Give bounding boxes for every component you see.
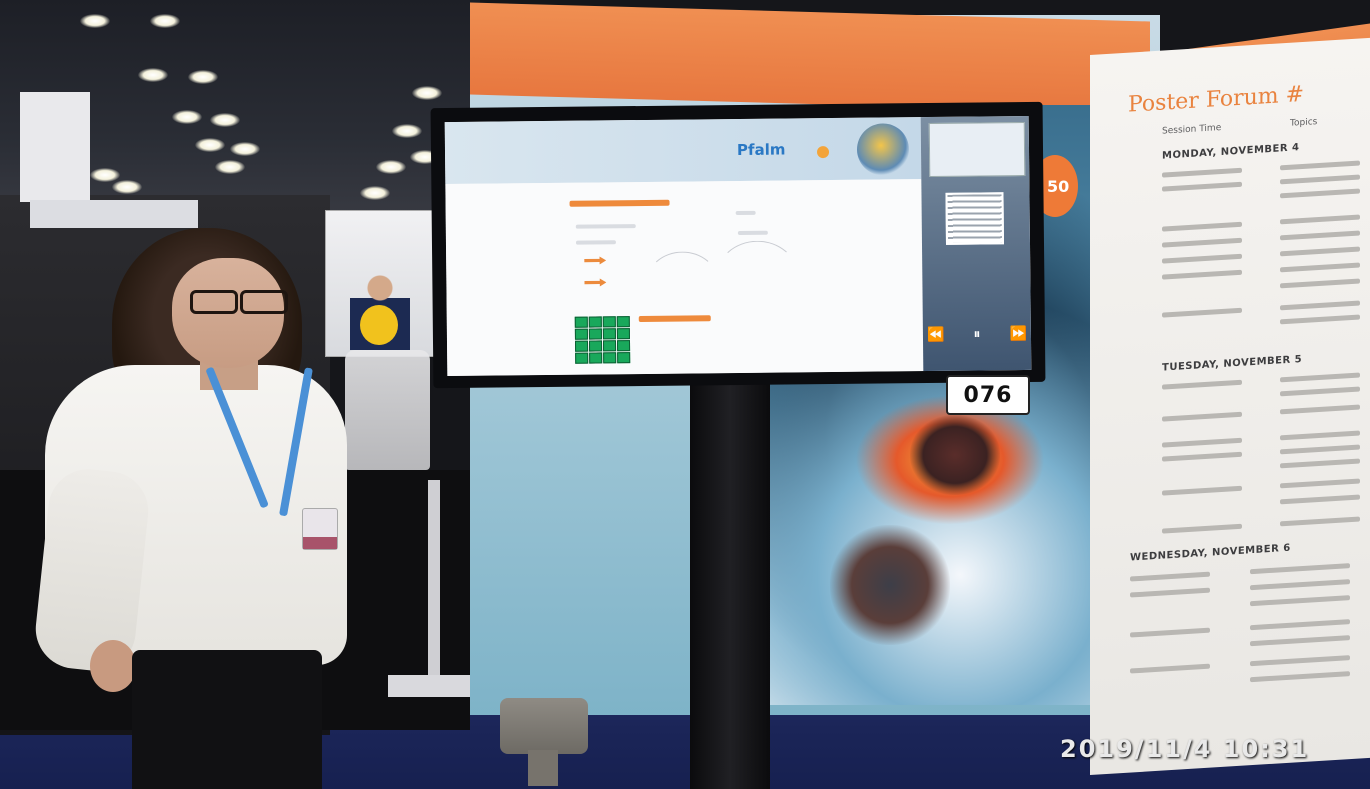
rewind-icon[interactable]: ⏪ — [927, 327, 945, 343]
ceiling-light-icon — [112, 180, 142, 194]
name-badge — [302, 508, 338, 550]
booth-number: 076 — [963, 382, 1013, 408]
ceiling-light-icon — [412, 86, 442, 100]
slide-content — [445, 179, 924, 377]
ceiling-light-icon — [150, 14, 180, 28]
qr-code — [945, 192, 1005, 245]
ceiling-light-icon — [215, 160, 245, 174]
forum-title: Poster Forum # — [1128, 81, 1305, 118]
globe-graphic — [856, 123, 910, 176]
fast-forward-icon[interactable]: ⏩ — [1009, 326, 1027, 342]
ceiling-light-icon — [195, 138, 225, 152]
pause-icon[interactable]: ⏸ — [973, 326, 980, 342]
screen-logo: Pfalm — [736, 140, 786, 160]
column-header-time: Session Time — [1162, 122, 1222, 137]
orange-dot-icon — [816, 146, 830, 159]
ceiling-light-icon — [376, 160, 406, 174]
monitor-stand — [690, 378, 770, 789]
yellow-object — [360, 305, 398, 345]
person-pants — [132, 650, 322, 789]
ceiling-light-icon — [188, 70, 218, 84]
slide-heading — [569, 199, 670, 207]
slide-subheading — [638, 315, 711, 323]
day-heading: WEDNESDAY, NOVEMBER 6 — [1130, 542, 1291, 564]
booth-number-sign: 076 — [946, 375, 1030, 415]
booth-photo: 50 Poster Forum # Session Time Topics MO… — [0, 0, 1370, 789]
display-monitor: Pfalm ⏪ ⏸ ⏩ — [430, 101, 1046, 389]
speaker-stand — [528, 750, 558, 786]
ceiling-light-icon — [138, 68, 168, 82]
floor-speaker — [500, 698, 588, 754]
screen-sidebar: ⏪ ⏸ ⏩ — [920, 115, 1032, 372]
day-heading: MONDAY, NOVEMBER 4 — [1162, 142, 1300, 162]
photo-timestamp: 2019/11/4 10:31 — [1060, 735, 1310, 763]
arrow-icon — [584, 256, 606, 264]
plot-curve — [715, 240, 799, 314]
sign-stand — [388, 480, 478, 720]
hanging-banner — [30, 200, 198, 228]
ceiling-light-icon — [360, 186, 390, 200]
ceiling-light-icon — [210, 113, 240, 127]
screen-banner: Pfalm — [444, 117, 922, 185]
hanging-sign — [20, 92, 90, 202]
video-thumbnail[interactable] — [928, 121, 1026, 177]
ceiling-light-icon — [392, 124, 422, 138]
protein-core — [830, 525, 950, 645]
column-header-topics: Topics — [1290, 117, 1318, 129]
day-heading: TUESDAY, NOVEMBER 5 — [1162, 354, 1303, 374]
plot-curve — [646, 251, 719, 314]
arrow-icon — [584, 278, 606, 286]
poster-forum-schedule: Poster Forum # Session Time Topics MONDA… — [1090, 37, 1370, 776]
ceiling-light-icon — [80, 14, 110, 28]
backdrop-header-trim — [470, 2, 1150, 114]
person-hand — [90, 640, 136, 692]
ceiling-light-icon — [172, 110, 202, 124]
bar-stool — [345, 350, 430, 470]
monitor-screen: Pfalm ⏪ ⏸ ⏩ — [444, 115, 1032, 377]
ceiling-light-icon — [90, 168, 120, 182]
ceiling-light-icon — [230, 142, 260, 156]
eyeglasses — [186, 290, 288, 314]
protein-core — [910, 415, 1000, 495]
playback-controls: ⏪ ⏸ ⏩ — [927, 324, 1027, 345]
